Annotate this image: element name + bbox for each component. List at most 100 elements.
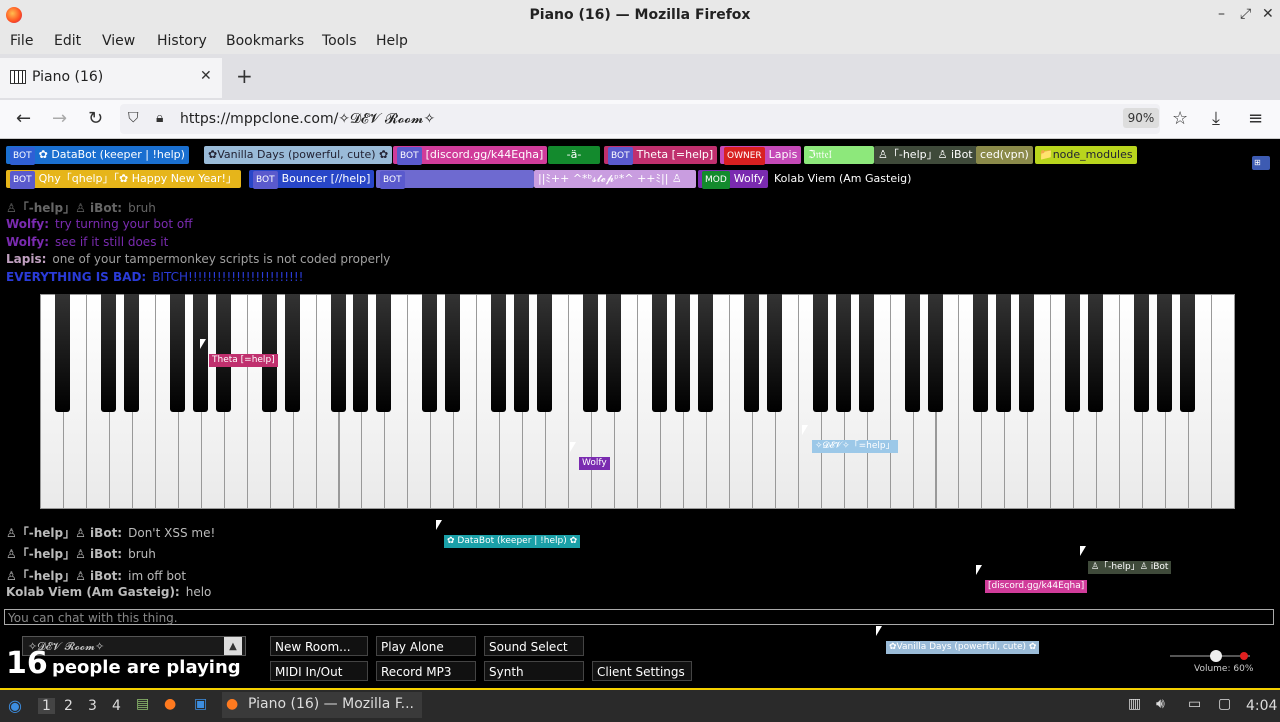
tray-clipboard-icon[interactable]: ▥ (1128, 696, 1141, 712)
piano-black-key[interactable] (858, 294, 874, 412)
piano-black-key[interactable] (973, 294, 989, 412)
reload-icon[interactable]: ↻ (88, 108, 103, 129)
user-tag[interactable]: ✿Vanilla Days (powerful, cute) ✿ (204, 146, 393, 164)
url-bar[interactable]: ⛉ 🔒︎ https://mppclone.com/✧𝓓𝓔𝓥 𝓡𝓸𝓸𝓶✧ (120, 104, 1160, 134)
menu-file[interactable]: File (10, 33, 33, 49)
piano-black-key[interactable] (674, 294, 690, 412)
piano-black-key[interactable] (284, 294, 300, 412)
piano-black-key[interactable] (169, 294, 185, 412)
sound-select-button[interactable]: Sound Select (484, 636, 584, 656)
menu-bookmarks[interactable]: Bookmarks (226, 33, 304, 49)
piano-black-key[interactable] (514, 294, 530, 412)
back-icon[interactable]: ← (16, 108, 31, 129)
tab-close-icon[interactable]: ✕ (200, 68, 212, 84)
piano-black-key[interactable] (1134, 294, 1150, 412)
downloads-icon[interactable]: ⤓ (1212, 108, 1220, 129)
piano-black-key[interactable] (1065, 294, 1081, 412)
client-settings-button[interactable]: Client Settings (592, 661, 692, 681)
tab-piano[interactable]: Piano (16) ✕ (0, 58, 222, 98)
piano-black-key[interactable] (192, 294, 208, 412)
piano-black-key[interactable] (491, 294, 507, 412)
piano-black-key[interactable] (766, 294, 782, 412)
piano-black-key[interactable] (422, 294, 438, 412)
user-tag[interactable]: BOT ✿ DataBot (keeper | !help) (6, 146, 189, 165)
piano-black-key[interactable] (606, 294, 622, 412)
display-icon[interactable]: ▢ (1218, 696, 1231, 712)
user-tag[interactable]: BOT Bouncer [//help] (249, 170, 375, 189)
piano-black-key[interactable] (1088, 294, 1104, 412)
piano-black-key[interactable] (697, 294, 713, 412)
minimize-icon[interactable]: – (1218, 6, 1225, 22)
user-tag[interactable]: OWNER Lapis (720, 146, 802, 165)
piano-black-key[interactable] (100, 294, 116, 412)
forward-icon[interactable]: → (52, 108, 67, 129)
piano-black-key[interactable] (215, 294, 231, 412)
firefox-launcher-icon[interactable]: ● (164, 696, 176, 712)
workspace-4[interactable]: 4 (112, 698, 121, 714)
piano-black-key[interactable] (123, 294, 139, 412)
piano-white-key[interactable] (1211, 294, 1235, 509)
piano-black-key[interactable] (330, 294, 346, 412)
synth-button[interactable]: Synth (484, 661, 584, 681)
user-tag[interactable]: ℑ𝔫𝔱𝔢𝔩 (804, 146, 874, 164)
zoom-level[interactable]: 90% (1123, 108, 1159, 128)
piano-black-key[interactable] (537, 294, 553, 412)
piano-black-key[interactable] (583, 294, 599, 412)
record-mp3-button[interactable]: Record MP3 (376, 661, 476, 681)
piano-black-key[interactable] (353, 294, 369, 412)
hamburger-menu-icon[interactable]: ≡ (1248, 108, 1263, 129)
workspace-2[interactable]: 2 (64, 698, 73, 714)
file-manager-icon[interactable]: ▤ (136, 696, 149, 712)
piano-black-key[interactable] (927, 294, 943, 412)
piano-black-key[interactable] (54, 294, 70, 412)
terminal-icon[interactable]: ▣ (194, 696, 207, 712)
piano-black-key[interactable] (835, 294, 851, 412)
new-tab-icon[interactable]: + (236, 64, 253, 88)
piano-black-key[interactable] (1180, 294, 1196, 412)
volume-icon[interactable]: 🔊︎ (1156, 696, 1165, 712)
new-room-button[interactable]: New Room... (270, 636, 368, 656)
menu-tools[interactable]: Tools (322, 33, 357, 49)
piano-black-key[interactable] (904, 294, 920, 412)
lock-icon[interactable]: 🔒︎ (156, 110, 163, 126)
piano-black-key[interactable] (261, 294, 277, 412)
piano-black-key[interactable] (1157, 294, 1173, 412)
piano-black-key[interactable] (812, 294, 828, 412)
user-tag[interactable]: Kolab Viem (Am Gasteig) (770, 170, 916, 188)
chat-input[interactable]: You can chat with this thing. (4, 609, 1274, 625)
user-tag[interactable]: ||ﾐ++ ^*ᵇ𝓼𝓽𝓮𝓹ᵖ*^ ++ﾐ|| ♙ (534, 170, 696, 188)
menu-edit[interactable]: Edit (54, 33, 81, 49)
user-tag[interactable]: ♙「-help」♙ iBot (874, 146, 977, 164)
user-tag[interactable]: BOT [discord.gg/k44Eqha] (393, 146, 548, 165)
bookmark-star-icon[interactable]: ☆ (1172, 108, 1188, 129)
user-tag[interactable]: ced(vpn) (976, 146, 1033, 164)
workspace-3[interactable]: 3 (88, 698, 97, 714)
menu-history[interactable]: History (157, 33, 207, 49)
piano-black-key[interactable] (376, 294, 392, 412)
midi-button[interactable]: MIDI In/Out (270, 661, 368, 681)
volume-knob[interactable] (1210, 650, 1222, 662)
user-tag[interactable]: BOT (376, 170, 534, 189)
menu-help[interactable]: Help (376, 33, 408, 49)
play-alone-button[interactable]: Play Alone (376, 636, 476, 656)
workspace-1[interactable]: 1 (38, 698, 55, 714)
room-info-icon[interactable]: ⊞ (1252, 156, 1270, 170)
piano-black-key[interactable] (445, 294, 461, 412)
user-tag[interactable]: MOD Wolfy (698, 170, 768, 189)
user-tag[interactable]: 📁node_modules (1035, 146, 1137, 164)
taskbar-window-firefox[interactable]: ● Piano (16) — Mozilla F... (222, 692, 422, 718)
maximize-icon[interactable]: ⤢ (1240, 6, 1251, 22)
user-tag[interactable]: BOT Qhy「qhelp」「✿ Happy New Year!」 (6, 170, 241, 189)
system-menu-icon[interactable]: ◉ (8, 696, 22, 715)
close-icon[interactable]: ✕ (1262, 6, 1274, 22)
piano-black-key[interactable] (1019, 294, 1035, 412)
tray-notes-icon[interactable]: ▭ (1188, 696, 1201, 712)
piano-keyboard[interactable] (40, 294, 1235, 509)
user-tag[interactable]: -ä- (548, 146, 600, 164)
user-tag[interactable]: BOT Theta [=help] (604, 146, 718, 165)
menu-view[interactable]: View (102, 33, 135, 49)
shield-icon[interactable]: ⛉ (128, 110, 139, 126)
piano-black-key[interactable] (651, 294, 667, 412)
piano-black-key[interactable] (996, 294, 1012, 412)
piano-black-key[interactable] (743, 294, 759, 412)
